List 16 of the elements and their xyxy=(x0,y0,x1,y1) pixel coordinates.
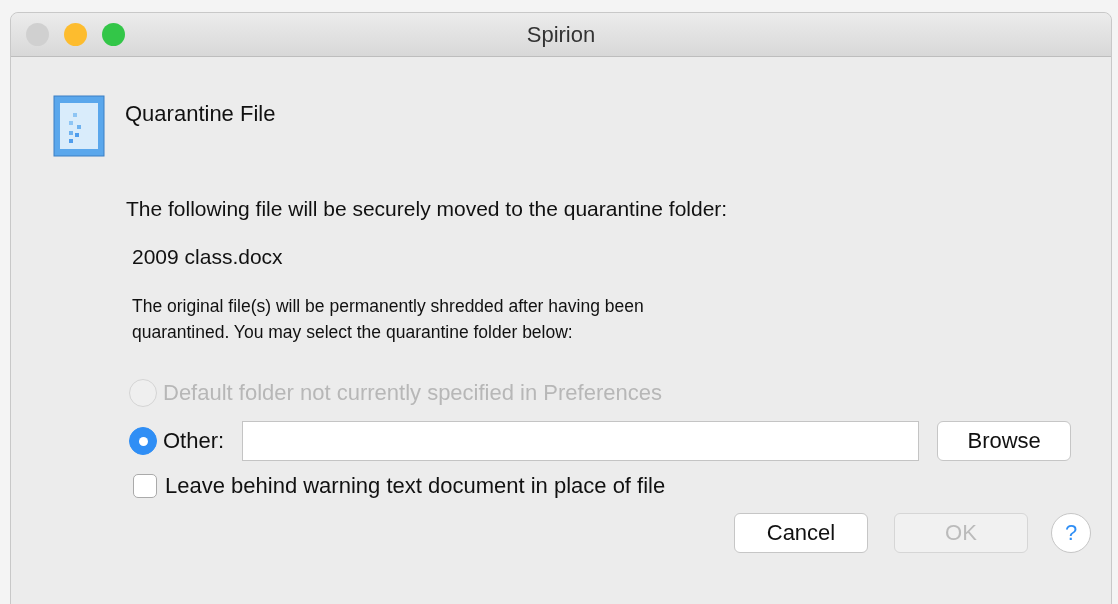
intro-text: The following file will be securely moved to the quarantine folder: xyxy=(126,197,729,221)
minimize-button[interactable] xyxy=(64,23,87,46)
document-icon xyxy=(53,95,105,157)
file-name: 2009 class.docx xyxy=(132,245,284,269)
radio-label: Other: xyxy=(163,428,225,454)
zoom-button[interactable] xyxy=(102,23,125,46)
folder-path-field[interactable] xyxy=(242,421,920,461)
checkbox-label: Leave behind warning text document in place of file xyxy=(165,473,666,499)
window-title: Spirion xyxy=(526,21,596,48)
browse-button[interactable]: Browse xyxy=(937,421,1072,461)
close-button[interactable] xyxy=(26,23,49,46)
dialog-heading: Quarantine File xyxy=(125,101,276,127)
radio-button[interactable] xyxy=(129,427,157,455)
note-text: The original file(s) will be permanently shredded after having been quarantined. You may select the quarantine folder below: xyxy=(132,295,645,344)
checkbox[interactable] xyxy=(133,474,157,498)
cancel-button[interactable]: Cancel xyxy=(734,513,868,553)
